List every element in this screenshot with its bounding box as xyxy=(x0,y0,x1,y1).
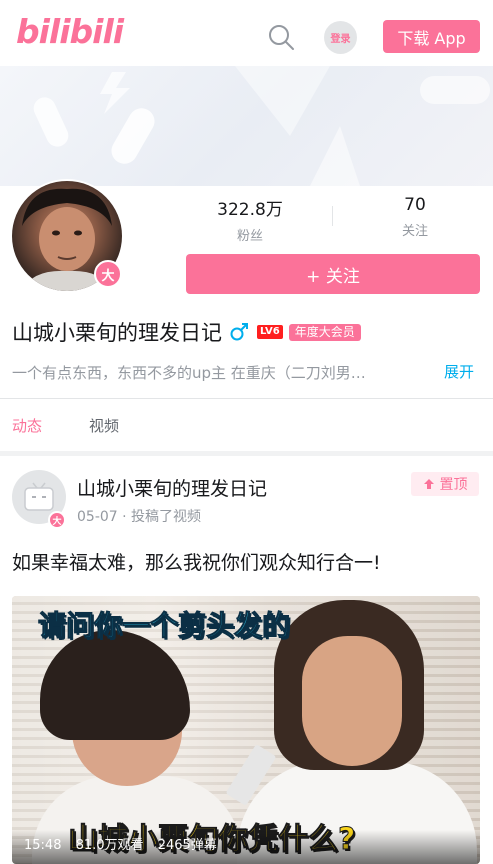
video-danmaku: 2465弹幕 xyxy=(157,838,217,853)
post-meta: 05-07 · 投稿了视频 xyxy=(77,506,201,526)
login-button[interactable]: 登录 xyxy=(324,21,357,54)
post-author-name[interactable]: 山城小栗旬的理发日记 xyxy=(77,474,267,501)
followers-count: 322.8万 xyxy=(217,200,283,220)
post-vip-badge: 大 xyxy=(48,511,66,529)
user-name: 山城小栗旬的理发日记 xyxy=(12,321,222,345)
bilibili-logo[interactable]: bilibili xyxy=(16,12,124,51)
tab-dynamic[interactable]: 动态 xyxy=(12,415,42,436)
video-stats: 15:48 81.0万观看 2465弹幕 xyxy=(24,834,227,853)
following-stat[interactable]: 70 关注 xyxy=(355,195,475,239)
follow-button[interactable]: + 关注 xyxy=(186,254,480,294)
post-date: 05-07 xyxy=(77,509,118,525)
top-bar: bilibili 登录 下载 App xyxy=(0,0,493,66)
male-icon xyxy=(230,323,248,341)
following-label: 关注 xyxy=(401,224,428,239)
post-text: 如果幸福太难，那么我祝你们观众知行合一! xyxy=(12,552,381,574)
tv-placeholder-icon xyxy=(24,482,54,511)
expand-sign-link[interactable]: 展开 xyxy=(444,361,474,382)
video-card[interactable]: 请问你一个剪头发的 山城小栗旬你凭什么? 15:48 81.0万观看 2465弹… xyxy=(12,596,480,864)
level-badge: LV6 xyxy=(257,325,283,339)
followers-label: 粉丝 xyxy=(236,229,263,244)
banner-decoration xyxy=(33,66,490,186)
stat-divider xyxy=(332,206,333,226)
video-caption-top: 请问你一个剪头发的 xyxy=(37,609,291,643)
profile-tabs: 动态 视频 xyxy=(0,399,493,451)
pin-label: 置顶 xyxy=(439,477,468,493)
vip-badge: 年度大会员 xyxy=(288,323,361,341)
person-right-face xyxy=(302,636,402,766)
user-sign: 一个有点东西，东西不多的up主 在重庆（二刀刘男… xyxy=(12,364,366,382)
search-icon[interactable] xyxy=(267,23,295,51)
video-views: 81.0万观看 xyxy=(75,838,144,853)
post-action: 投稿了视频 xyxy=(131,509,202,525)
tab-videos[interactable]: 视频 xyxy=(89,415,119,436)
profile-banner xyxy=(0,66,493,186)
section-gap xyxy=(0,451,493,456)
followers-stat[interactable]: 322.8万 粉丝 xyxy=(190,195,310,244)
pin-arrow-icon xyxy=(423,479,434,489)
following-count: 70 xyxy=(404,195,426,215)
download-app-button[interactable]: 下载 App xyxy=(383,20,480,53)
big-vip-badge: 大 xyxy=(94,260,122,288)
user-name-row: 山城小栗旬的理发日记 LV6 年度大会员 xyxy=(12,318,361,346)
video-duration: 15:48 xyxy=(24,838,62,853)
pinned-badge: 置顶 xyxy=(411,472,479,496)
meta-dot: · xyxy=(122,509,132,525)
